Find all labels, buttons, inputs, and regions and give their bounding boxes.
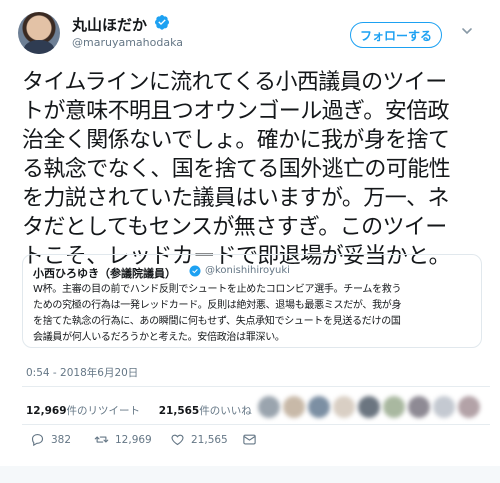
- avatar[interactable]: [358, 396, 380, 418]
- message-icon: [243, 434, 256, 445]
- reply-count: 382: [51, 433, 72, 446]
- quoted-author-name: 小西ひろゆき（参議院議員）: [33, 267, 176, 280]
- author-handle[interactable]: @maruyamahodaka: [72, 36, 183, 49]
- divider: [22, 386, 490, 387]
- retweets-label[interactable]: 件のリツイート: [67, 405, 141, 417]
- footer-bar: [0, 466, 500, 483]
- retweet-count: 12,969: [115, 433, 152, 446]
- tweet-text-line: タだとしてもセンスが無さすぎ。このツイー: [22, 215, 447, 240]
- tweet-text-line: を力説されていた議員はいますが。万一、ネ: [22, 186, 450, 211]
- quoted-tweet-text: W杯。主審の目の前でハンド反則でシュートを止めたコロンビア選手。チームを救う た…: [33, 282, 479, 346]
- retweet-button[interactable]: 12,969: [94, 432, 152, 447]
- follow-button[interactable]: フォローする: [350, 22, 442, 48]
- tweet-text-line: る執念でなく、国を捨てる国外逃亡の可能性: [22, 157, 451, 182]
- retweet-icon: [94, 436, 109, 443]
- avatar[interactable]: [308, 396, 330, 418]
- avatar[interactable]: [408, 396, 430, 418]
- tweet-timestamp[interactable]: 0:54 - 2018年6月20日: [26, 365, 138, 380]
- quoted-text-line: を捨てた執念の行為に、あの瞬間に何もせず、失点承知でシュートを見送るだけの国: [33, 316, 401, 327]
- tweet-text-line: タイムラインに流れてくる小西議員のツイー: [22, 70, 447, 95]
- tweet-text-line: 治全く関係ないでしょ。確かに我が身を捨て: [22, 128, 450, 153]
- quoted-author-handle: @konishihiroyuki: [205, 265, 290, 276]
- like-button[interactable]: 21,565: [170, 432, 228, 447]
- author-name[interactable]: 丸山ほだか: [72, 14, 147, 35]
- likes-label[interactable]: 件のいいね: [199, 405, 252, 417]
- retweets-count[interactable]: 12,969: [26, 405, 67, 417]
- author-avatar[interactable]: [18, 12, 60, 54]
- avatar[interactable]: [333, 396, 355, 418]
- quoted-text-line: 会議員が何人いるだろうかと考えた。安倍政治は罪深い。: [33, 332, 285, 343]
- tweet-stats: 12,969件のリツイート 21,565件のいいね: [26, 403, 252, 418]
- quoted-tweet[interactable]: 小西ひろゆき（参議院議員） @konishihiroyuki W杯。主審の目の前…: [22, 254, 482, 348]
- like-count: 21,565: [191, 433, 228, 446]
- divider: [22, 424, 490, 425]
- tweet-actions: 382 12,969 21,565: [22, 432, 262, 452]
- message-button[interactable]: [242, 432, 257, 447]
- quoted-text-line: ための究極の行為は一発レッドカード。反則は絶対悪、退場も最悪ミスだが、我が身: [33, 300, 402, 311]
- quoted-text-line: W杯。主審の目の前でハンド反則でシュートを止めたコロンビア選手。チームを救う: [33, 284, 402, 295]
- chevron-down-icon[interactable]: [460, 24, 474, 38]
- tweet-text: タイムラインに流れてくる小西議員のツイー トが意味不明且つオウンゴール過ぎ。安倍…: [22, 68, 490, 271]
- verified-badge-icon: [189, 265, 201, 277]
- avatar[interactable]: [433, 396, 455, 418]
- avatar[interactable]: [383, 396, 405, 418]
- likes-count[interactable]: 21,565: [159, 405, 200, 417]
- avatar[interactable]: [458, 396, 480, 418]
- verified-badge-icon: [155, 15, 169, 30]
- reply-button[interactable]: 382: [30, 432, 71, 447]
- reply-icon: [31, 433, 44, 447]
- avatar[interactable]: [283, 396, 305, 418]
- tweet-text-line: トが意味不明且つオウンゴール過ぎ。安倍政: [22, 99, 450, 124]
- avatar[interactable]: [258, 396, 280, 418]
- like-icon: [171, 434, 184, 446]
